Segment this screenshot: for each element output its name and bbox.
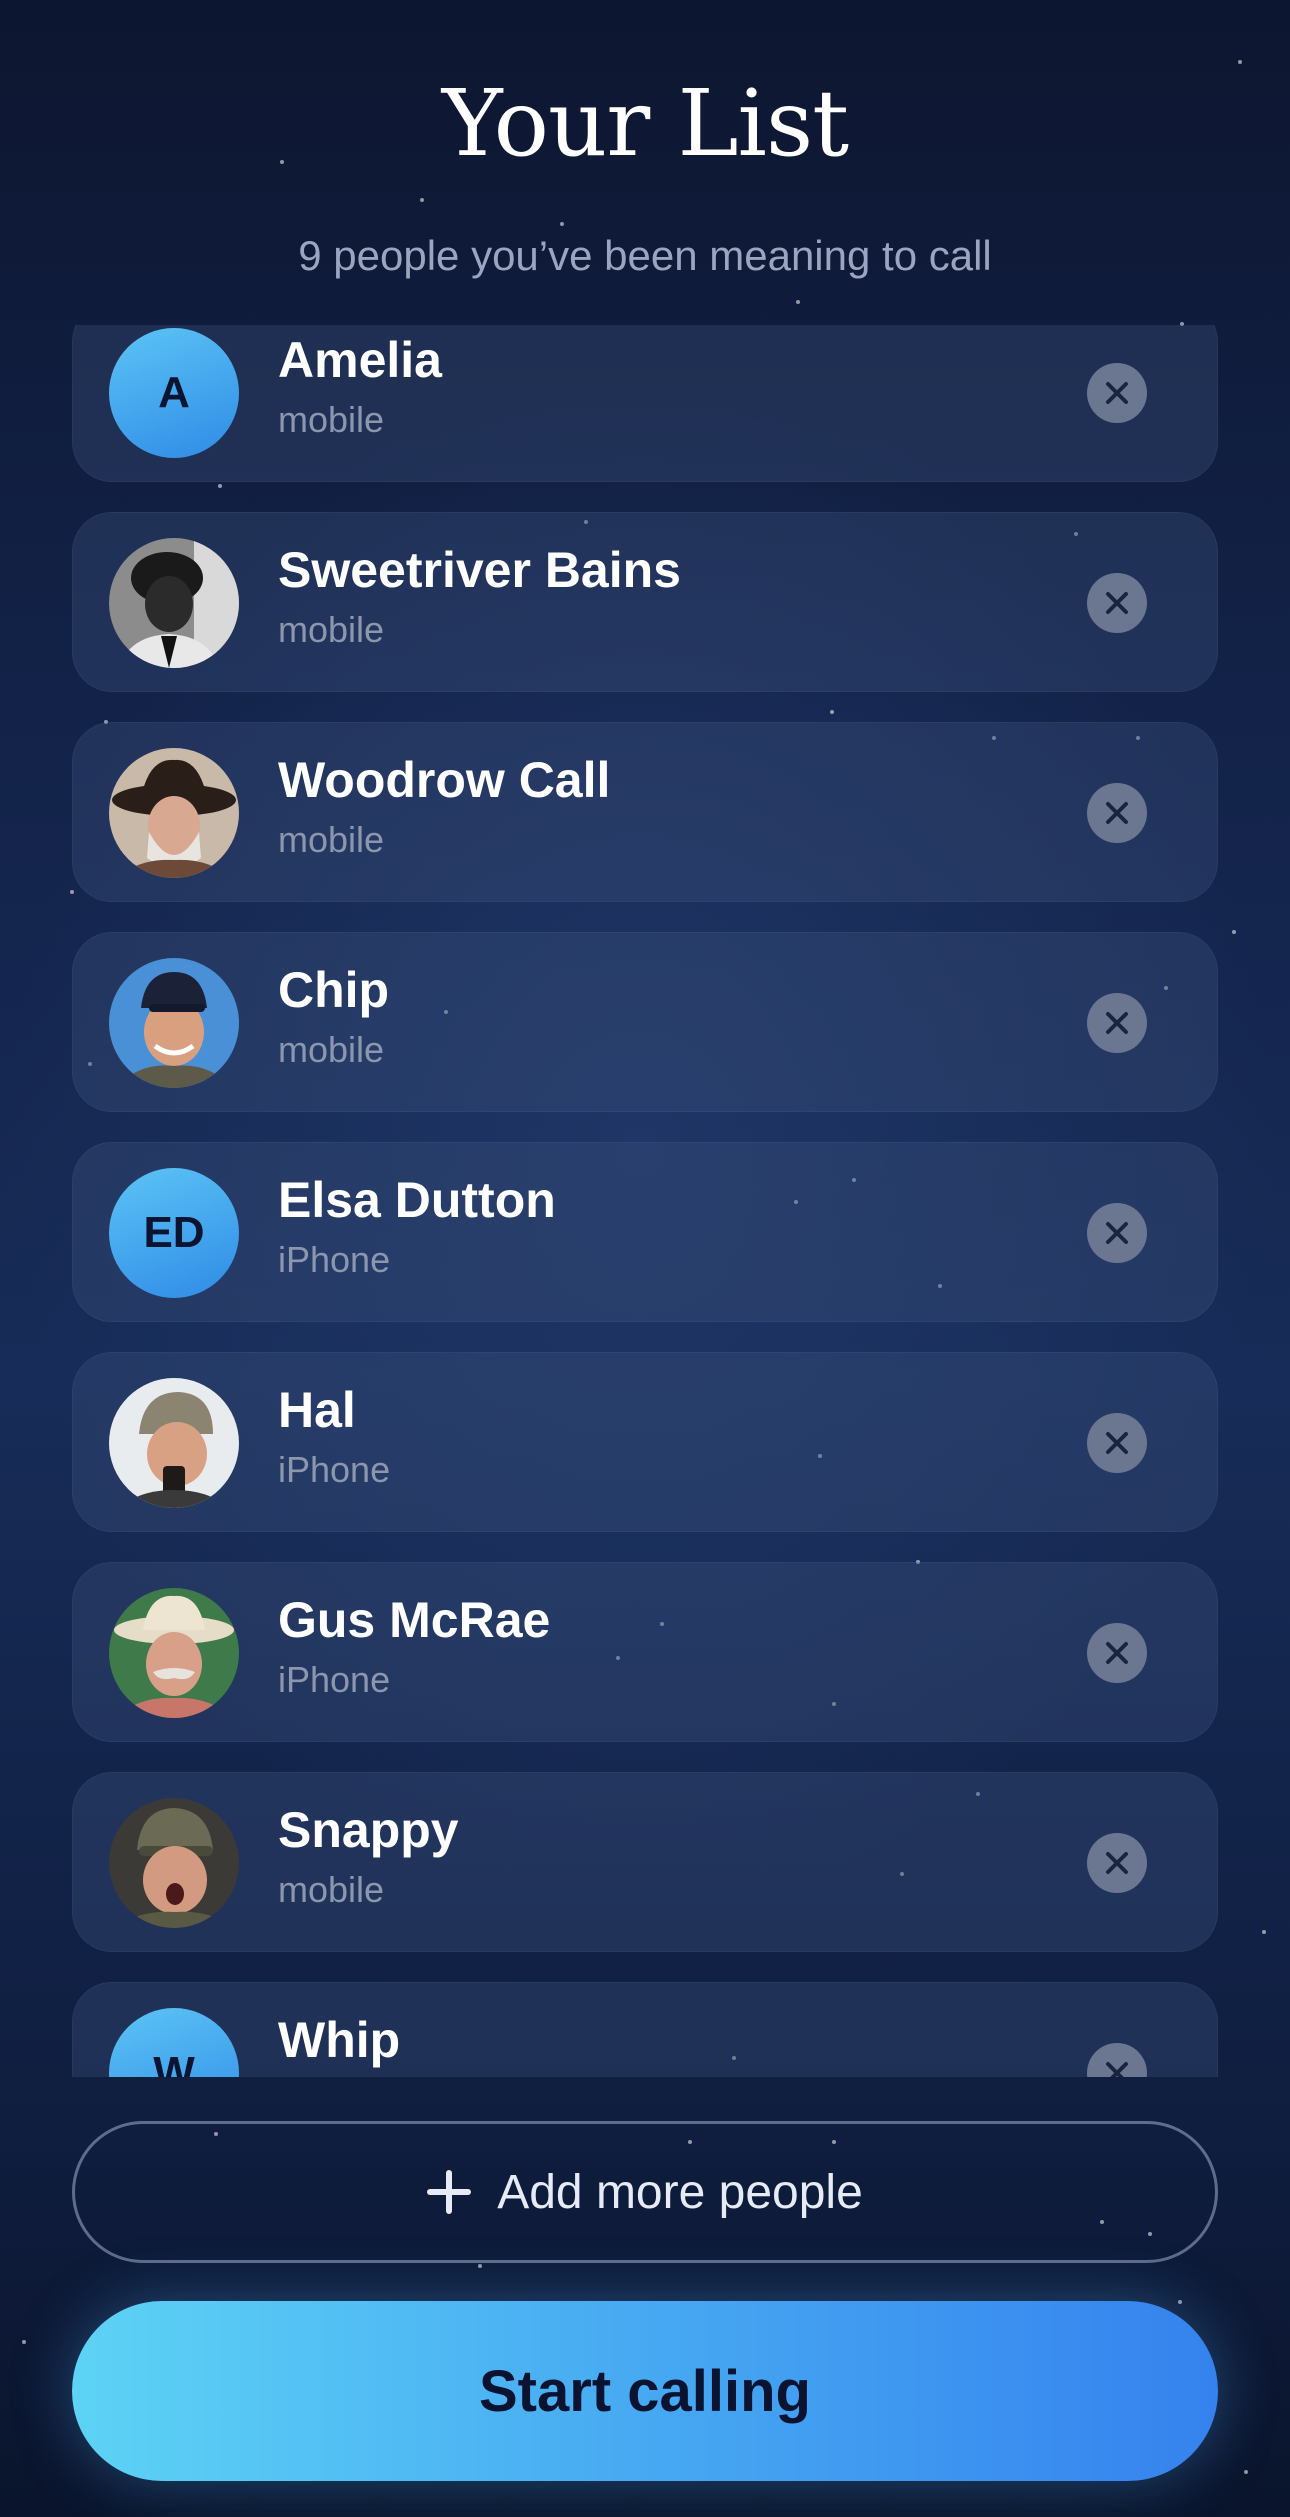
contact-row[interactable]: Sweetriver Bains mobile — [72, 512, 1218, 692]
avatar-photo — [109, 1588, 239, 1718]
contact-name: Sweetriver Bains — [278, 542, 681, 598]
close-icon — [1106, 1852, 1128, 1874]
avatar-initials: W — [153, 2048, 195, 2077]
contact-row[interactable]: Snappy mobile — [72, 1772, 1218, 1952]
contact-name: Elsa Dutton — [278, 1172, 556, 1228]
contact-row[interactable]: W Whip — [72, 1982, 1218, 2077]
remove-contact-button[interactable] — [1087, 1413, 1147, 1473]
remove-contact-button[interactable] — [1087, 993, 1147, 1053]
avatar — [109, 1378, 239, 1508]
contact-row[interactable]: Woodrow Call mobile — [72, 722, 1218, 902]
remove-contact-button[interactable] — [1087, 1203, 1147, 1263]
contact-row[interactable]: Chip mobile — [72, 932, 1218, 1112]
remove-contact-button[interactable] — [1087, 363, 1147, 423]
close-icon — [1106, 2062, 1128, 2077]
contact-row[interactable]: A Amelia mobile — [72, 325, 1218, 482]
avatar-photo — [109, 958, 239, 1088]
avatar-photo — [109, 538, 239, 668]
avatar-photo — [109, 1798, 239, 1928]
avatar: ED — [109, 1168, 239, 1298]
contact-name: Chip — [278, 962, 390, 1018]
contact-phone-label: mobile — [278, 819, 385, 860]
contact-name: Hal — [278, 1382, 356, 1438]
start-calling-button[interactable]: Start calling — [72, 2301, 1218, 2481]
close-icon — [1106, 1642, 1128, 1664]
contact-name: Snappy — [278, 1802, 459, 1858]
remove-contact-button[interactable] — [1087, 783, 1147, 843]
remove-contact-button[interactable] — [1087, 2043, 1147, 2077]
remove-contact-button[interactable] — [1087, 1623, 1147, 1683]
contact-name: Amelia — [278, 332, 442, 388]
avatar-initials: A — [158, 368, 190, 417]
contact-phone-label: mobile — [278, 609, 385, 650]
avatar: W — [109, 2008, 239, 2077]
contact-name: Woodrow Call — [278, 752, 611, 808]
contact-row[interactable]: Hal iPhone — [72, 1352, 1218, 1532]
contact-name: Gus McRae — [278, 1592, 551, 1648]
contact-name: Whip — [278, 2012, 401, 2068]
contact-list[interactable]: A Amelia mobile Sweetriver Bains mobile … — [72, 325, 1218, 2077]
avatar — [109, 958, 239, 1088]
contact-phone-label: mobile — [278, 1029, 385, 1070]
start-calling-label: Start calling — [479, 2358, 811, 2424]
page-subtitle: 9 people you’ve been meaning to call — [298, 232, 992, 279]
avatar-photo — [109, 748, 239, 878]
contact-phone-label: iPhone — [278, 1449, 391, 1490]
contact-phone-label: mobile — [278, 399, 385, 440]
avatar — [109, 1798, 239, 1928]
avatar-photo — [109, 1378, 239, 1508]
remove-contact-button[interactable] — [1087, 573, 1147, 633]
add-more-people-label: Add more people — [497, 2165, 863, 2219]
close-icon — [1106, 592, 1128, 614]
page-title: Your List — [441, 70, 849, 177]
contact-phone-label: mobile — [278, 1869, 385, 1910]
close-icon — [1106, 1012, 1128, 1034]
add-more-people-button[interactable]: Add more people — [72, 2121, 1218, 2263]
close-icon — [1106, 382, 1128, 404]
contact-phone-label: iPhone — [278, 1659, 391, 1700]
avatar: A — [109, 328, 239, 458]
contact-phone-label: iPhone — [278, 1239, 391, 1280]
plus-icon — [427, 2170, 472, 2214]
close-icon — [1106, 802, 1128, 824]
contact-row[interactable]: Gus McRae iPhone — [72, 1562, 1218, 1742]
avatar — [109, 1588, 239, 1718]
avatar-initials: ED — [143, 1208, 205, 1257]
close-icon — [1106, 1222, 1128, 1244]
avatar — [109, 748, 239, 878]
remove-contact-button[interactable] — [1087, 1833, 1147, 1893]
close-icon — [1106, 1432, 1128, 1454]
avatar — [109, 538, 239, 668]
contact-row[interactable]: ED Elsa Dutton iPhone — [72, 1142, 1218, 1322]
